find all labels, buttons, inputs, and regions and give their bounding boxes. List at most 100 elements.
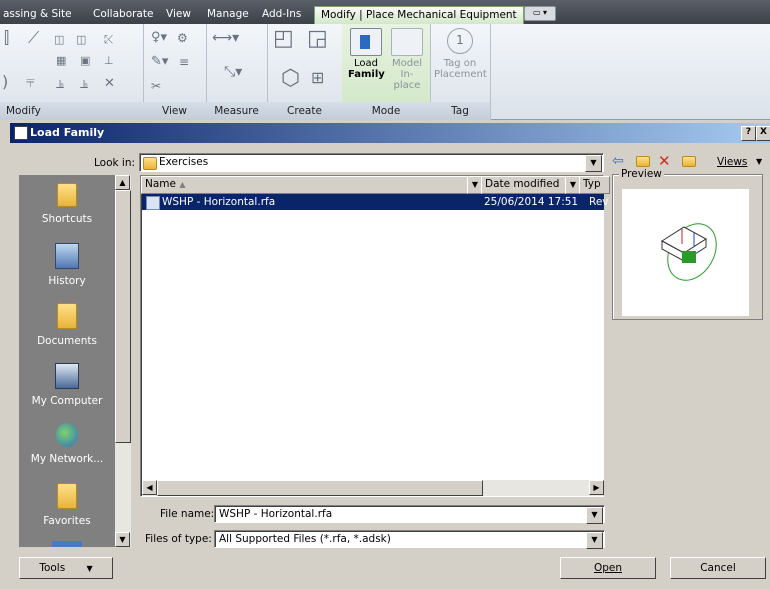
trim-multiple-icon[interactable]: ⫡ [56, 76, 64, 92]
scroll-left-icon[interactable]: ◀ [142, 480, 157, 495]
place-my-computer[interactable]: My Computer [19, 363, 115, 407]
computer-icon [55, 363, 79, 389]
create-group: ◰ ◲ ⬡ ⊞ Create [267, 24, 343, 120]
lightbulb-icon[interactable]: ♀▾ [151, 30, 167, 46]
place-label: Favorites [43, 515, 91, 527]
tag-icon: 1 [447, 28, 473, 54]
network-icon [56, 423, 78, 447]
tag-on-placement-label-1: Tag on [443, 58, 477, 69]
view-group: ♀▾ ⚙ ✎▾ ≡ ✂ View [143, 24, 207, 120]
file-list[interactable]: Name ▲ ▼ Date modified ▼ Typ WSHP - Hori… [140, 175, 610, 497]
views-chevron-icon[interactable]: ▼ [756, 157, 762, 166]
split-icon[interactable]: ⤪ [104, 31, 114, 47]
place-label: My Computer [31, 395, 103, 407]
measure-between-icon[interactable]: ⟷▾ [212, 30, 239, 46]
linework-icon[interactable]: ≡ [179, 54, 189, 70]
app-icon [14, 126, 28, 140]
modify-panel-label: Modify [0, 102, 143, 120]
create-part-icon[interactable]: ◰ [273, 28, 294, 50]
scale-icon[interactable]: ▣ [80, 53, 90, 69]
brush-icon[interactable]: ✎▾ [151, 54, 168, 70]
place-history[interactable]: History [19, 243, 115, 287]
new-folder-icon[interactable] [682, 156, 696, 167]
scroll-right-icon[interactable]: ▶ [589, 480, 604, 495]
scroll-down-icon[interactable]: ▼ [115, 532, 130, 547]
cancel-button[interactable]: Cancel [670, 557, 766, 579]
override-icon[interactable]: ⚙ [177, 30, 188, 46]
tab-massing-site[interactable]: assing & Site [3, 4, 72, 24]
model-inplace-label-1: Model [391, 58, 423, 69]
chevron-down-icon[interactable]: ▼ [585, 155, 602, 172]
place-label: Documents [37, 335, 97, 347]
pin-icon[interactable]: ⊥ [104, 53, 114, 69]
mode-panel-label: Mode [342, 102, 430, 120]
tab-view[interactable]: View [166, 4, 191, 24]
place-favorites[interactable]: Favorites [19, 483, 115, 527]
h-scroll-thumb[interactable] [157, 480, 483, 496]
trim-icon[interactable]: ⫧ [26, 74, 35, 90]
create-similar-icon[interactable]: ⬡ [281, 68, 300, 90]
tab-modify-place-mechanical-equipment[interactable]: Modify | Place Mechanical Equipment [314, 6, 524, 25]
up-folder-icon[interactable] [636, 156, 650, 167]
look-in-value: Exercises [159, 156, 209, 168]
measure-panel-label: Measure [206, 102, 267, 120]
sort-asc-icon: ▲ [179, 180, 186, 189]
array-icon[interactable]: ▦ [56, 53, 66, 69]
views-button[interactable]: Views [717, 156, 747, 168]
unpin-icon[interactable]: ⫡ [80, 76, 88, 92]
back-icon[interactable]: ⇦ [612, 153, 624, 169]
documents-icon [57, 303, 77, 329]
dialog-title-bar: Load Family ? X [10, 123, 770, 143]
place-shortcuts[interactable]: Shortcuts [19, 183, 115, 225]
tag-on-placement-label-2: Placement [434, 69, 487, 80]
dialog-title: Load Family [30, 126, 105, 139]
files-of-type-chevron-icon[interactable]: ▼ [586, 532, 603, 549]
offset-icon[interactable]: ⟋ [28, 30, 39, 46]
model-inplace-button[interactable]: Model In-place [388, 28, 426, 91]
file-name-chevron-icon[interactable]: ▼ [586, 507, 603, 524]
tag-on-placement-button[interactable]: 1 Tag on Placement [434, 28, 487, 80]
tab-manage[interactable]: Manage [207, 4, 249, 24]
tab-add-ins[interactable]: Add-Ins [262, 4, 301, 24]
folder-icon [143, 157, 157, 170]
scroll-up-icon[interactable]: ▲ [115, 175, 130, 190]
create-assembly-icon[interactable]: ⊞ [311, 70, 324, 86]
tools-chevron-icon: ▼ [86, 564, 93, 573]
place-my-network[interactable]: My Network... [19, 423, 115, 465]
minimize-ribbon-button[interactable]: ▭ ▾ [524, 6, 556, 21]
delete-icon[interactable]: ✕ [104, 76, 115, 92]
eraser-icon[interactable]: ✂ [151, 78, 161, 94]
mirror-pick-icon[interactable]: ◫ [54, 32, 64, 48]
measure-group: ⟷▾ ⤡▾ Measure [206, 24, 268, 120]
tab-collaborate[interactable]: Collaborate [93, 4, 153, 24]
column-header-type[interactable]: Typ [579, 176, 610, 194]
file-name-field[interactable]: WSHP - Horizontal.rfa ▼ [214, 505, 605, 524]
look-in-dropdown[interactable]: Exercises ▼ [139, 153, 604, 172]
cancel-label: Cancel [700, 562, 736, 574]
rotate-icon[interactable]: ) [2, 74, 8, 90]
places-scrollbar[interactable]: ▲ ▼ [115, 175, 131, 547]
create-group-icon[interactable]: ◲ [307, 28, 328, 50]
align-icon[interactable]: ⫿ [4, 30, 9, 46]
tag-panel-label: Tag [430, 102, 490, 120]
mirror-draw-icon[interactable]: ◫ [76, 32, 86, 48]
files-of-type-label: Files of type: [145, 533, 212, 545]
place-documents[interactable]: Documents [19, 303, 115, 347]
load-family-button[interactable]: Load Family [348, 28, 385, 80]
load-family-label-1: Load [354, 58, 378, 69]
desktop-icon [52, 541, 82, 547]
model-inplace-icon [391, 28, 423, 56]
tools-button[interactable]: Tools ▼ [19, 557, 113, 579]
dimension-icon[interactable]: ⤡▾ [224, 64, 242, 80]
open-button[interactable]: Open [560, 557, 656, 579]
close-button[interactable]: X [756, 126, 770, 141]
file-row[interactable]: WSHP - Horizontal.rfa 25/06/2014 17:51 R… [142, 194, 609, 210]
place-label: Shortcuts [41, 213, 93, 225]
help-button[interactable]: ? [741, 126, 756, 141]
horizontal-scrollbar[interactable]: ◀ ▶ [142, 480, 604, 496]
preview-groupbox: Preview [612, 168, 763, 320]
files-of-type-dropdown[interactable]: All Supported Files (*.rfa, *.adsk) ▼ [214, 530, 605, 549]
column-header-name[interactable]: Name ▲ [141, 176, 486, 194]
create-panel-label: Create [267, 102, 342, 120]
scroll-thumb[interactable] [115, 190, 131, 443]
